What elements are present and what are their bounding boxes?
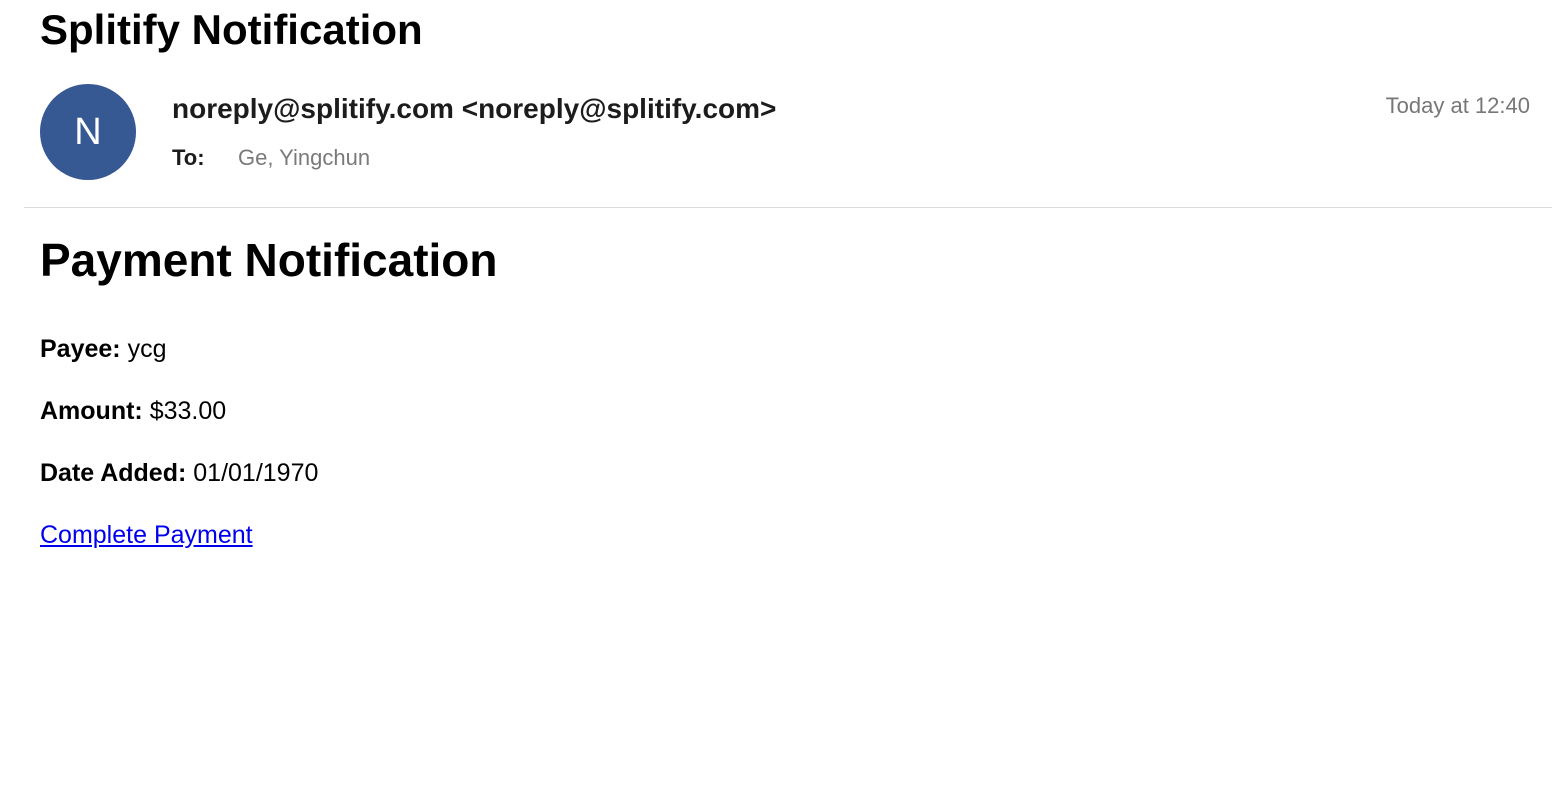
complete-payment-link[interactable]: Complete Payment: [40, 519, 253, 551]
header-divider: [24, 207, 1552, 208]
payee-label: Payee:: [40, 335, 121, 363]
email-subject: Splitify Notification: [40, 6, 423, 53]
date-added-row: Date Added: 01/01/1970: [40, 457, 318, 489]
date-added-label: Date Added:: [40, 459, 187, 487]
recipient-name[interactable]: Ge, Yingchun: [238, 144, 370, 172]
payee-row: Payee: ycg: [40, 333, 166, 365]
amount-row: Amount: $33.00: [40, 395, 226, 427]
recipient-label: To:: [172, 145, 205, 170]
sender-address[interactable]: noreply@splitify.com <noreply@splitify.c…: [172, 92, 776, 126]
sender-avatar: N: [40, 84, 136, 180]
payee-value: ycg: [127, 335, 167, 363]
amount-value: $33.00: [149, 397, 227, 425]
avatar-initial: N: [74, 110, 102, 153]
email-timestamp: Today at 12:40: [1385, 93, 1530, 118]
date-added-value: 01/01/1970: [193, 459, 319, 487]
notification-title: Payment Notification: [40, 234, 498, 286]
amount-label: Amount:: [40, 397, 143, 425]
